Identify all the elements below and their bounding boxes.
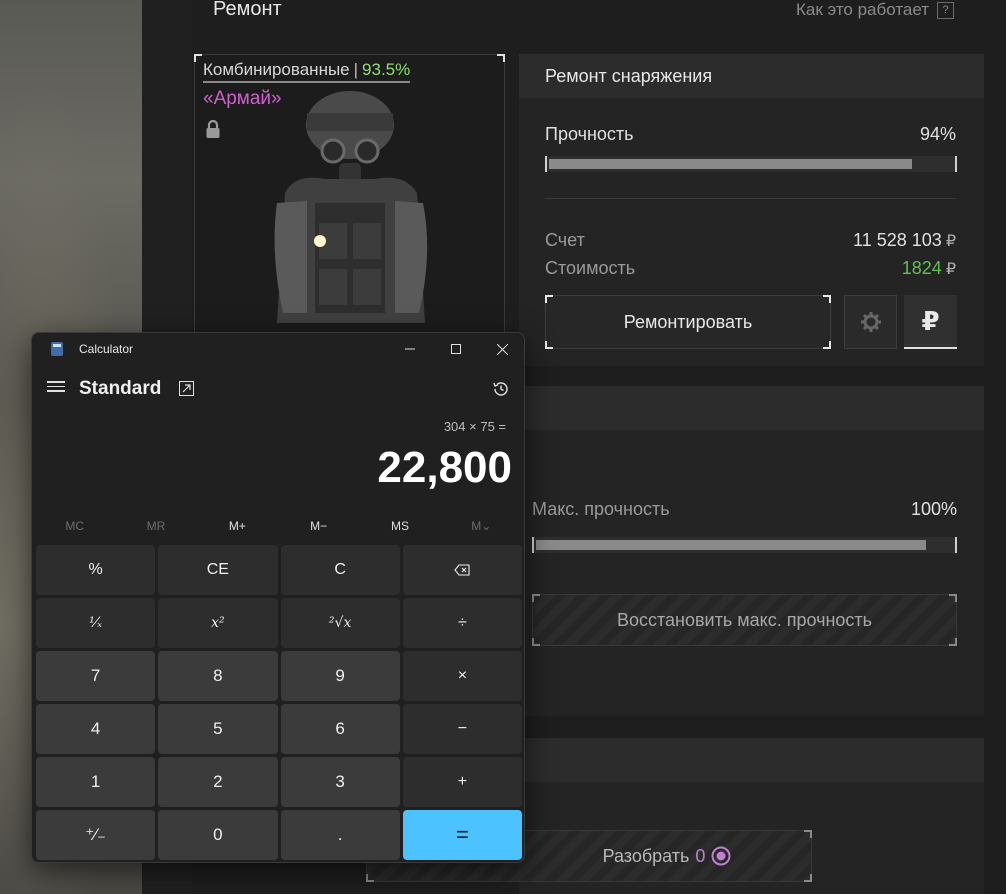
item-card: Комбинированные | 93.5% «Армай» [194,54,505,354]
keypad: % CE C ¹⁄ₓ x² ²√x ÷ 7 8 9 × 4 5 6 − 1 2 … [36,545,522,860]
item-type-percent: 93.5% [362,60,411,79]
cost-row: Стоимость 1824 ₽ [545,258,956,279]
maximize-button[interactable] [433,333,479,365]
square-key[interactable]: x² [158,598,278,648]
max-durability-bar-fill [536,540,926,550]
gear-icon [860,312,881,332]
digit-6-key[interactable]: 6 [280,704,400,754]
history-icon[interactable] [492,380,510,398]
max-durability-row: Макс. прочность 100% [532,499,957,520]
digit-9-key[interactable]: 9 [280,651,400,701]
equals-key[interactable]: = [402,810,522,860]
token-icon [711,846,731,866]
minimize-button[interactable] [387,333,433,365]
hamburger-menu-icon[interactable] [47,378,65,395]
max-durability-value: 100% [910,499,957,519]
percent-key[interactable]: % [36,545,156,595]
item-type-label: Комбинированные [203,60,350,79]
clear-entry-key[interactable]: CE [158,545,278,595]
add-key[interactable]: + [402,757,522,807]
section-header [519,386,984,430]
disassemble-value: 0 [695,845,706,866]
digit-7-key[interactable]: 7 [36,651,156,701]
item-type: Комбинированные | 93.5% [203,60,411,83]
multiply-key[interactable]: × [402,651,522,701]
subtract-key[interactable]: − [402,704,522,754]
calculator-app-icon [51,342,63,356]
repair-button-label: Ремонтировать [623,311,753,332]
square-label: x² [211,615,225,631]
how-it-works-link[interactable]: Как это работает ? [796,0,955,20]
max-durability-label: Макс. прочность [532,499,670,519]
calculator-window: Calculator Standard 304 × 75 = 22,800 MC… [31,332,525,863]
close-button[interactable] [479,333,524,365]
memory-list-button[interactable]: M⌄ [441,513,522,539]
durability-bar [545,156,957,172]
section-header: Ремонт снаряжения [519,54,984,98]
negate-key[interactable]: ⁺⁄₋ [36,810,156,860]
keep-on-top-icon[interactable] [179,381,194,396]
help-icon: ? [937,1,955,19]
close-icon [496,343,508,355]
digit-3-key[interactable]: 3 [280,757,400,807]
divide-key[interactable]: ÷ [402,598,522,648]
repair-button[interactable]: Ремонтировать [545,295,831,349]
memory-store-button[interactable]: MS [359,513,440,539]
section-header [519,738,984,782]
backspace-icon [454,564,470,576]
ruble-icon: ₽ [945,233,956,250]
calculator-display: 22,800 [377,443,512,492]
calculator-titlebar[interactable]: Calculator [32,333,524,365]
calculator-expression: 304 × 75 = [443,419,506,434]
square-root-label: ²√x [328,615,352,631]
restore-button-label: Восстановить макс. прочность [616,609,873,630]
backspace-key[interactable] [402,545,522,595]
memory-add-button[interactable]: M+ [197,513,278,539]
reciprocal-label: ¹⁄ₓ [89,615,103,631]
ruble-icon: ₽ [945,261,956,278]
cost-label: Стоимость [545,258,636,278]
disassemble-label: Разобрать [602,845,690,866]
max-durability-bar [532,537,957,553]
durability-label: Прочность [545,124,634,144]
calculator-title: Calculator [79,342,134,356]
square-root-key[interactable]: ²√x [280,598,400,648]
divider [545,198,956,199]
digit-8-key[interactable]: 8 [158,651,278,701]
repair-equipment-section: Ремонт снаряжения Прочность 94% Счет 11 … [519,54,984,366]
maximize-icon [451,344,461,354]
memory-subtract-button[interactable]: M− [278,513,359,539]
item-type-separator: | [353,60,359,79]
durability-value: 94% [919,124,956,144]
account-value: 11 528 103 [853,230,942,250]
account-row: Счет 11 528 103 ₽ [545,230,956,251]
memory-clear-button[interactable]: MC [34,513,115,539]
cost-value: 1824 [901,258,942,278]
clear-key[interactable]: C [280,545,400,595]
memory-row: MC MR M+ M− MS M⌄ [34,513,522,539]
armor-image [274,91,428,323]
memory-recall-button[interactable]: MR [115,513,196,539]
digit-1-key[interactable]: 1 [36,757,156,807]
digit-0-key[interactable]: 0 [158,810,278,860]
digit-4-key[interactable]: 4 [36,704,156,754]
account-label: Счет [545,230,585,250]
digit-5-key[interactable]: 5 [158,704,278,754]
repair-kit-button[interactable] [844,295,897,349]
durability-bar-fill [549,159,912,169]
page-title: Ремонт [213,0,282,20]
reciprocal-key[interactable]: ¹⁄ₓ [36,598,156,648]
how-it-works-label: Как это работает [796,0,930,19]
digit-2-key[interactable]: 2 [158,757,278,807]
minimize-icon [405,348,415,350]
lock-icon [206,119,220,138]
ruble-currency-button[interactable]: ₽ [904,295,957,349]
decimal-key[interactable]: . [280,810,400,860]
durability-row: Прочность 94% [545,124,956,145]
restore-max-durability-button[interactable]: Восстановить макс. прочность [532,594,957,646]
calculator-mode: Standard [79,378,162,399]
